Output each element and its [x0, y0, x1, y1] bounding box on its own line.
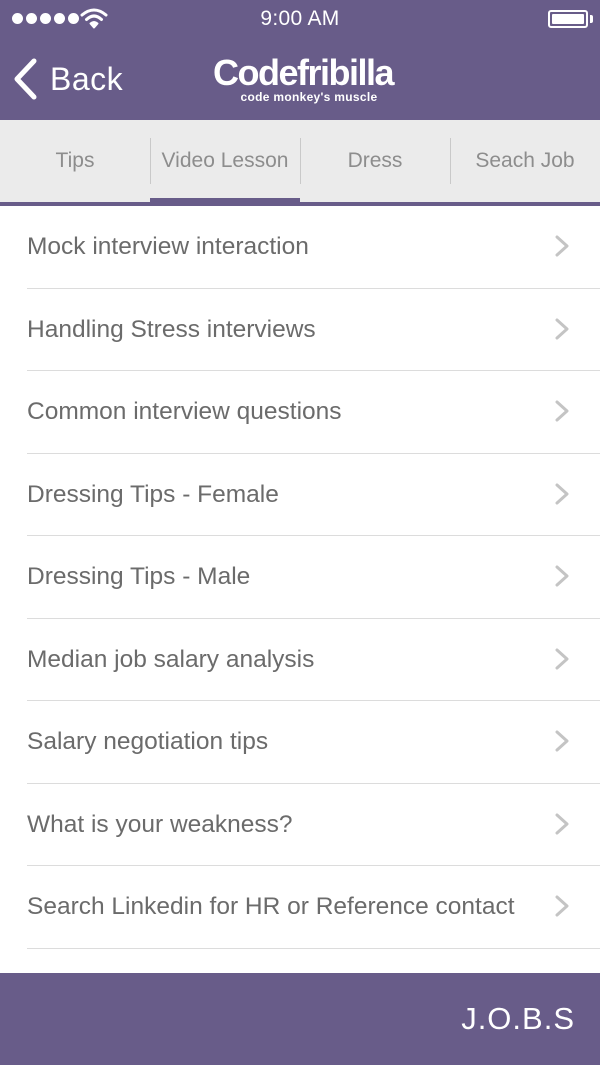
app-screen: 9:00 AM Back Codefribilla code monkey's …	[0, 0, 600, 1065]
list-item-label: Common interview questions	[27, 398, 342, 425]
tab-divider	[300, 138, 301, 184]
list-item[interactable]: Dressing Tips - Male	[0, 536, 600, 619]
lesson-list: Mock interview interaction Handling Stre…	[0, 206, 600, 949]
list-item[interactable]: Common interview questions	[0, 371, 600, 454]
status-bar: 9:00 AM	[0, 0, 600, 40]
list-item[interactable]: Handling Stress interviews	[0, 289, 600, 371]
list-item[interactable]: Median job salary analysis	[0, 619, 600, 701]
tab-video-lesson[interactable]: Video Lesson	[150, 120, 300, 202]
app-logo: Codefribilla code monkey's muscle	[213, 52, 395, 104]
list-item-label: Mock interview interaction	[27, 233, 309, 260]
list-item-label: Search Linkedin for HR or Reference cont…	[27, 893, 515, 920]
list-item-label: Dressing Tips - Female	[27, 480, 279, 508]
tab-label: Tips	[55, 149, 95, 172]
chevron-right-icon	[555, 648, 569, 669]
tab-tips[interactable]: Tips	[0, 120, 150, 202]
chevron-right-icon	[555, 400, 569, 422]
list-item-label: Salary negotiation tips	[27, 728, 269, 755]
list-item[interactable]: What is your weakness?	[0, 784, 600, 866]
tab-divider	[450, 138, 451, 184]
chevron-right-icon	[555, 318, 569, 339]
tab-label: Seach Job	[475, 149, 575, 172]
chevron-right-icon	[555, 565, 569, 587]
list-separator	[27, 947, 600, 949]
footer-bar: J.O.B.S	[0, 973, 600, 1065]
back-label: Back	[50, 60, 124, 97]
logo-name: Codefribilla	[213, 52, 395, 93]
back-button[interactable]: Back	[10, 54, 123, 104]
list-item[interactable]: Search Linkedin for HR or Reference cont…	[0, 866, 600, 949]
list-item-label: What is your weakness?	[27, 810, 293, 838]
footer-brand: J.O.B.S	[461, 1001, 575, 1036]
header: 9:00 AM Back Codefribilla code monkey's …	[0, 0, 600, 120]
list-item-label: Handling Stress interviews	[27, 315, 316, 343]
status-time: 9:00 AM	[260, 7, 340, 30]
list-item-label: Median job salary analysis	[27, 645, 315, 673]
list-item[interactable]: Dressing Tips - Female	[0, 454, 600, 536]
tab-dress[interactable]: Dress	[300, 120, 450, 202]
tab-divider	[150, 138, 151, 184]
battery-icon	[548, 10, 593, 28]
chevron-right-icon	[555, 895, 569, 917]
chevron-left-icon	[14, 58, 37, 100]
tab-label: Dress	[347, 149, 403, 172]
list-item-label: Dressing Tips - Male	[27, 563, 251, 590]
chevron-right-icon	[555, 483, 569, 504]
list-item[interactable]: Salary negotiation tips	[0, 701, 600, 784]
logo-tagline: code monkey's muscle	[240, 90, 378, 104]
tab-bar: Tips Video Lesson Dress Seach Job	[0, 120, 600, 202]
chevron-right-icon	[555, 813, 569, 834]
chevron-right-icon	[555, 730, 569, 752]
tab-seach-job[interactable]: Seach Job	[450, 120, 600, 202]
list-item[interactable]: Mock interview interaction	[0, 206, 600, 289]
tab-label: Video Lesson	[161, 149, 289, 172]
navigation-bar: Back Codefribilla code monkey's muscle	[0, 40, 600, 120]
chevron-right-icon	[555, 235, 569, 257]
